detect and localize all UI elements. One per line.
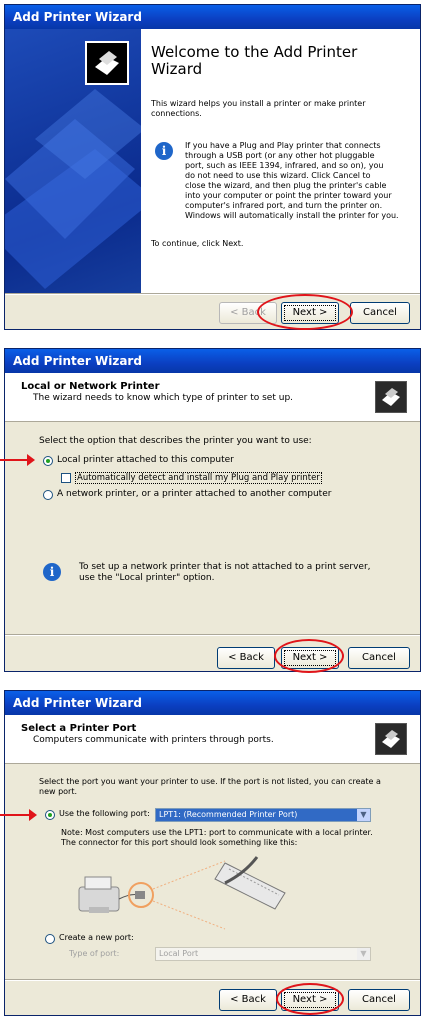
info-line-3: do not need to use this wizard. Click Ca…: [185, 171, 371, 180]
info-line-1: through a USB port (or any other hot plu…: [185, 151, 375, 160]
type-of-port-value: Local Port: [159, 949, 199, 958]
header-subtitle: The wizard needs to know which type of p…: [33, 393, 294, 403]
autodetect-checkbox[interactable]: [61, 473, 71, 483]
info-icon: i: [43, 563, 61, 581]
wizard-banner: [5, 29, 141, 293]
info-line-6: computer's infrared port, and turn the p…: [185, 201, 383, 210]
title-bar: Add Printer Wizard: [5, 691, 420, 715]
intro-text-line2: connections.: [151, 109, 202, 118]
wizard-header: Local or Network Printer The wizard need…: [5, 373, 420, 422]
autodetect-label[interactable]: Automatically detect and install my Plug…: [75, 472, 322, 484]
chevron-down-icon[interactable]: ▼: [357, 948, 370, 960]
info-line-7: Windows will automatically install the p…: [185, 211, 399, 220]
button-separator: [5, 979, 420, 981]
header-title: Local or Network Printer: [21, 381, 160, 392]
prompt-line2: new port.: [39, 787, 78, 796]
next-highlight-circle: [276, 983, 344, 1015]
type-of-port-select[interactable]: Local Port ▼: [155, 947, 371, 961]
welcome-heading-line1: Welcome to the Add Printer: [151, 43, 358, 61]
info-text-line1: To set up a network printer that is not …: [79, 562, 371, 572]
cancel-button[interactable]: Cancel: [350, 302, 410, 324]
welcome-content: Welcome to the Add Printer Wizard This w…: [141, 29, 420, 293]
type-of-port-label: Type of port:: [69, 949, 120, 958]
cancel-button[interactable]: Cancel: [348, 989, 410, 1011]
button-separator: [5, 293, 420, 295]
header-title: Select a Printer Port: [21, 723, 137, 734]
next-highlight-circle: [257, 294, 353, 330]
create-port-radio[interactable]: [45, 934, 55, 944]
intro-text-line1: This wizard helps you install a printer …: [151, 99, 366, 108]
title-bar: Add Printer Wizard: [5, 5, 420, 29]
info-line-2: port, such as IEEE 1394, infrared, and s…: [185, 161, 384, 170]
use-port-label[interactable]: Use the following port:: [59, 809, 150, 818]
local-printer-label[interactable]: Local printer attached to this computer: [57, 455, 234, 465]
wizard-window-local-or-network: Add Printer Wizard Local or Network Prin…: [4, 348, 421, 673]
info-line-4: close the wizard, and then plug the prin…: [185, 181, 387, 190]
port-select-value: LPT1: (Recommended Printer Port): [159, 810, 298, 819]
local-printer-radio[interactable]: [43, 456, 53, 466]
create-port-label[interactable]: Create a new port:: [59, 933, 134, 942]
title-bar: Add Printer Wizard: [5, 349, 420, 373]
printer-icon: [375, 381, 407, 413]
back-button[interactable]: < Back: [219, 989, 277, 1011]
chevron-down-icon[interactable]: ▼: [357, 809, 370, 821]
prompt-text: Select the option that describes the pri…: [39, 436, 312, 446]
prompt-line1: Select the port you want your printer to…: [39, 777, 381, 786]
info-icon: i: [155, 142, 173, 160]
welcome-heading-line2: Wizard: [151, 60, 203, 78]
wizard-window-printer-port: Add Printer Wizard Select a Printer Port…: [4, 690, 421, 1016]
next-highlight-circle: [274, 639, 344, 673]
button-separator: [5, 634, 420, 636]
info-line-5: into your computer or point the printer …: [185, 191, 392, 200]
note-line2: The connector for this port should look …: [61, 838, 298, 847]
port-connector-illustration: [78, 856, 286, 930]
header-subtitle: Computers communicate with printers thro…: [33, 735, 274, 745]
info-text-line2: use the "Local printer" option.: [79, 573, 215, 583]
network-printer-radio[interactable]: [43, 490, 53, 500]
wizard-header: Select a Printer Port Computers communic…: [5, 715, 420, 764]
printer-icon: [375, 723, 407, 755]
wizard-window-welcome: Add Printer Wizard Welcome to the Add Pr…: [4, 4, 421, 330]
network-printer-label[interactable]: A network printer, or a printer attached…: [57, 489, 331, 499]
back-button[interactable]: < Back: [217, 647, 275, 669]
printer-icon: [85, 41, 129, 85]
continue-text: To continue, click Next.: [151, 239, 244, 248]
note-line1: Note: Most computers use the LPT1: port …: [61, 828, 373, 837]
cancel-button[interactable]: Cancel: [348, 647, 410, 669]
port-select[interactable]: LPT1: (Recommended Printer Port) ▼: [155, 808, 371, 822]
red-pointer-arrow: [0, 454, 35, 466]
use-port-radio[interactable]: [45, 810, 55, 820]
info-line-0: If you have a Plug and Play printer that…: [185, 141, 381, 150]
red-pointer-arrow: [0, 809, 37, 821]
